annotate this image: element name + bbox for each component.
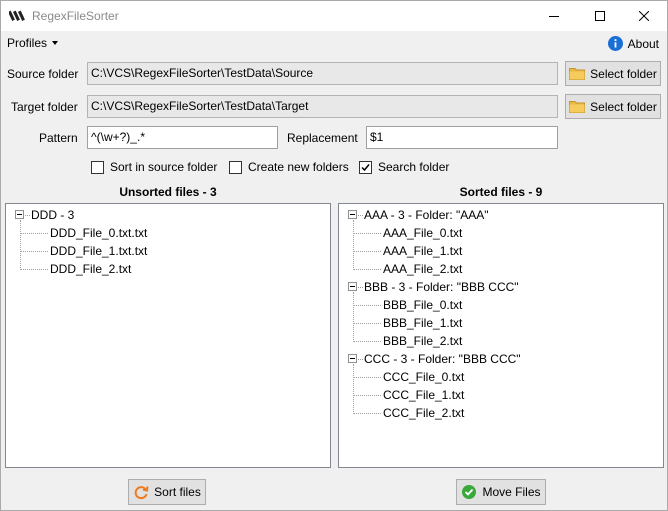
collapse-icon[interactable] xyxy=(348,354,357,363)
sort-files-label: Sort files xyxy=(154,485,201,499)
close-button[interactable] xyxy=(621,1,667,31)
tree-connector xyxy=(354,395,381,396)
about-menu-label: About xyxy=(627,36,659,51)
tree-file-node[interactable]: CCC_File_0.txt xyxy=(383,369,464,385)
refresh-icon xyxy=(134,486,149,500)
tree-connector xyxy=(21,251,48,252)
window-title: RegexFileSorter xyxy=(32,9,119,23)
maximize-icon xyxy=(595,11,605,21)
chevron-down-icon xyxy=(52,41,59,45)
tree-file-node[interactable]: DDD_File_1.txt.txt xyxy=(50,243,147,259)
tree-connector xyxy=(358,287,363,288)
checkbox-box xyxy=(359,160,372,174)
tree-connector xyxy=(21,233,48,234)
profiles-menu[interactable]: Profiles xyxy=(7,36,59,50)
tree-connector xyxy=(354,269,381,270)
tree-file-node[interactable]: CCC_File_1.txt xyxy=(383,387,464,403)
tree-file-node[interactable]: BBB_File_0.txt xyxy=(383,297,462,313)
select-source-folder-button[interactable]: Select folder xyxy=(565,61,661,86)
maximize-button[interactable] xyxy=(577,1,623,31)
tree-connector xyxy=(25,215,30,216)
tree-file-node[interactable]: DDD_File_2.txt xyxy=(50,261,131,277)
pattern-input[interactable]: ^(\w+?)_.* xyxy=(87,126,278,149)
profiles-menu-label: Profiles xyxy=(7,36,48,50)
tree-connector xyxy=(354,413,381,414)
tree-file-node[interactable]: BBB_File_2.txt xyxy=(383,333,462,349)
source-folder-field[interactable]: C:\VCS\RegexFileSorter\TestData\Source xyxy=(87,62,558,85)
sort-in-source-folder-checkbox[interactable]: Sort in source folder xyxy=(91,160,217,174)
tree-file-node[interactable]: DDD_File_0.txt.txt xyxy=(50,225,147,241)
tree-connector xyxy=(353,292,354,342)
minimize-button[interactable] xyxy=(531,1,577,31)
tree-group-node[interactable]: AAA - 3 - Folder: "AAA" xyxy=(364,207,489,223)
tree-connector xyxy=(20,220,21,270)
tree-connector xyxy=(358,359,363,360)
checkbox-label: Search folder xyxy=(378,160,450,174)
check-icon xyxy=(361,163,370,171)
move-files-button[interactable]: Move Files xyxy=(456,479,546,505)
checkbox-label: Sort in source folder xyxy=(110,160,218,174)
tree-connector xyxy=(353,220,354,270)
move-files-label: Move Files xyxy=(482,485,541,499)
tree-connector xyxy=(354,251,381,252)
about-menu[interactable]: About xyxy=(607,36,659,51)
collapse-icon[interactable] xyxy=(15,210,24,219)
folder-icon xyxy=(569,101,586,113)
checkbox-box xyxy=(91,160,104,174)
tree-file-node[interactable]: BBB_File_1.txt xyxy=(383,315,462,331)
title-bar: RegexFileSorter xyxy=(1,1,667,31)
select-target-folder-button[interactable]: Select folder xyxy=(565,94,661,119)
pattern-label: Pattern xyxy=(39,131,78,145)
collapse-icon[interactable] xyxy=(348,282,357,291)
tree-connector xyxy=(354,377,381,378)
sorted-files-tree[interactable]: AAA - 3 - Folder: "AAA" AAA_File_0.txt AAA… xyxy=(338,203,664,468)
checkbox-label: Create new folders xyxy=(248,160,349,174)
app-window: RegexFileSorter Profiles About Source fo… xyxy=(0,0,668,511)
collapse-icon[interactable] xyxy=(348,210,357,219)
tree-group-node[interactable]: DDD - 3 xyxy=(31,207,74,223)
sort-files-button[interactable]: Sort files xyxy=(128,479,206,505)
search-folder-checkbox[interactable]: Search folder xyxy=(359,160,449,174)
close-icon xyxy=(639,11,649,21)
replacement-label: Replacement xyxy=(287,131,358,145)
tree-file-node[interactable]: AAA_File_1.txt xyxy=(383,243,462,259)
tree-connector xyxy=(353,364,354,414)
tree-file-node[interactable]: CCC_File_2.txt xyxy=(383,405,464,421)
tree-connector xyxy=(354,233,381,234)
checkbox-box xyxy=(229,160,242,174)
checkmark-circle-icon xyxy=(462,485,477,499)
target-folder-label: Target folder xyxy=(11,100,78,114)
select-folder-label: Select folder xyxy=(590,99,657,114)
tree-file-node[interactable]: AAA_File_0.txt xyxy=(383,225,462,241)
app-icon xyxy=(9,10,25,21)
select-folder-label: Select folder xyxy=(590,66,657,81)
unsorted-files-title: Unsorted files - 3 xyxy=(119,185,217,199)
tree-file-node[interactable]: AAA_File_2.txt xyxy=(383,261,462,277)
menu-bar: Profiles About xyxy=(1,32,667,54)
target-folder-field[interactable]: C:\VCS\RegexFileSorter\TestData\Target xyxy=(87,95,558,118)
create-new-folders-checkbox[interactable]: Create new folders xyxy=(229,160,349,174)
replacement-input[interactable]: $1 xyxy=(366,126,558,149)
tree-group-node[interactable]: CCC - 3 - Folder: "BBB CCC" xyxy=(364,351,521,367)
tree-group-node[interactable]: BBB - 3 - Folder: "BBB CCC" xyxy=(364,279,519,295)
tree-connector xyxy=(21,269,48,270)
info-icon xyxy=(607,36,623,51)
tree-connector xyxy=(358,215,363,216)
tree-connector xyxy=(354,305,381,306)
tree-connector xyxy=(354,323,381,324)
sorted-files-title: Sorted files - 9 xyxy=(459,185,543,199)
unsorted-files-tree[interactable]: DDD - 3 DDD_File_0.txt.txt DDD_File_1.txt.… xyxy=(5,203,331,468)
minimize-icon xyxy=(549,16,559,17)
folder-icon xyxy=(569,68,586,80)
tree-connector xyxy=(354,341,381,342)
source-folder-label: Source folder xyxy=(7,67,79,81)
